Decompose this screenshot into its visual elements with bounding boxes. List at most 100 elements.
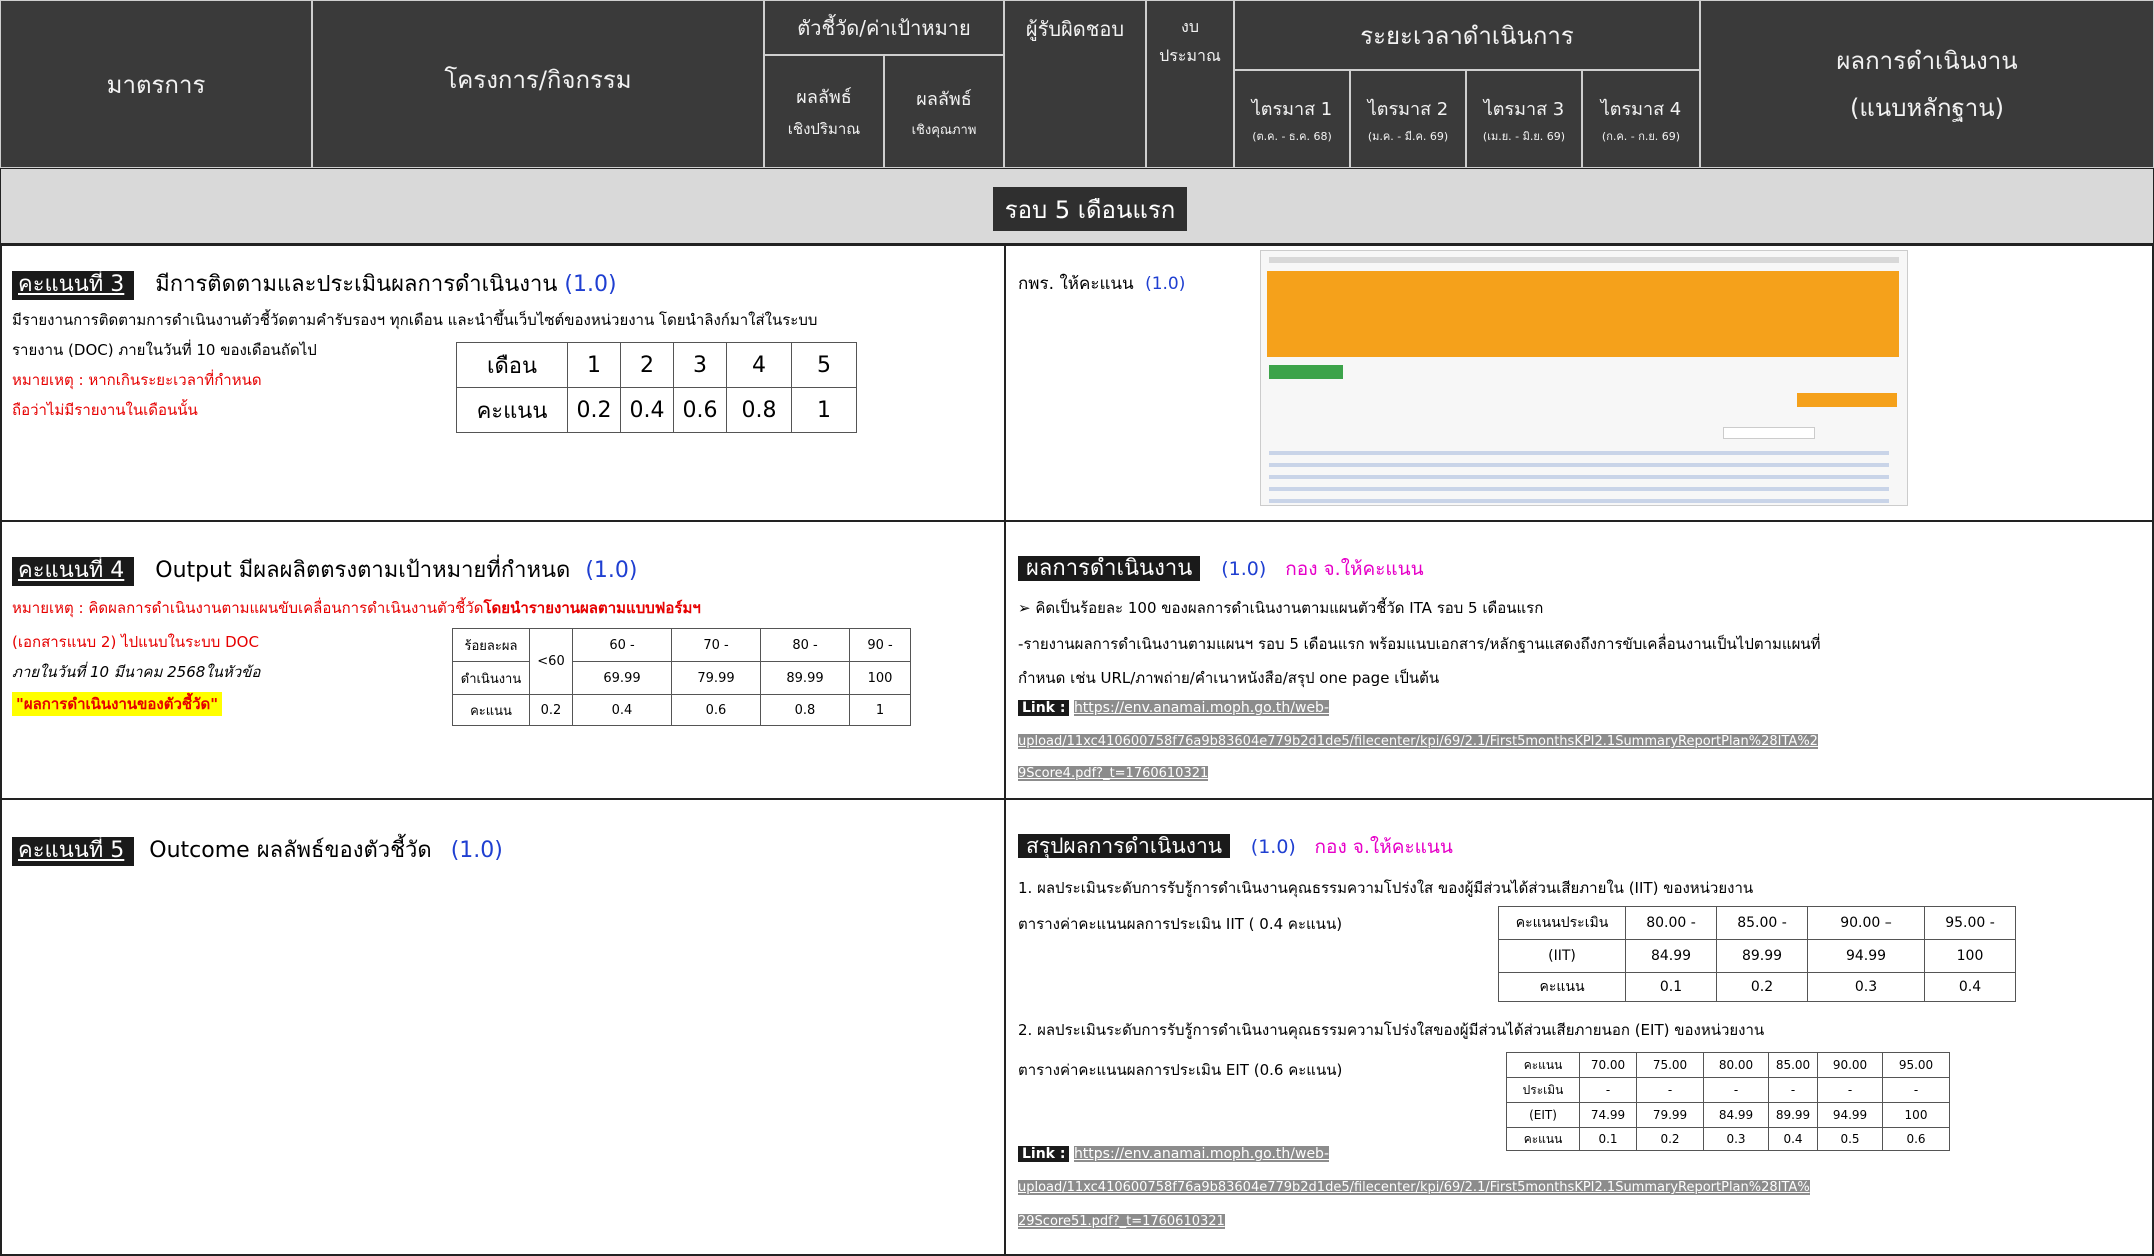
score3-heading: คะแนนที่ 3 มีการติดตามและประเมินผลการดำเ… bbox=[12, 266, 617, 301]
score4-score: 0.6 bbox=[671, 694, 761, 726]
eit-range-mid: - bbox=[1636, 1077, 1704, 1103]
round-title-box: รอบ 5 เดือนแรก bbox=[993, 187, 1187, 231]
header-result: ผลการดำเนินงาน (แนบหลักฐาน) bbox=[1700, 0, 2154, 168]
score4-left-cell: คะแนนที่ 4 Output มีผลผลิตตรงตามเป้าหมาย… bbox=[0, 520, 1006, 800]
quarter-3-range: (เม.ย. - มิ.ย. 69) bbox=[1482, 129, 1566, 143]
eit-range-mid: - bbox=[1703, 1077, 1769, 1103]
score4-weight: (1.0) bbox=[585, 558, 638, 583]
score5-result-weight: (1.0) bbox=[1250, 836, 1296, 858]
score4-range-bottom: 69.99 bbox=[572, 661, 672, 695]
score4-range-top: 90 - bbox=[849, 628, 911, 662]
score3-title: มีการติดตามและประเมินผลการดำเนินงาน bbox=[155, 272, 558, 297]
score5-link-line-2: upload/11xc410600758f76a9b83604e779b2d1d… bbox=[1018, 1180, 1810, 1195]
header-result-line1: ผลการดำเนินงาน bbox=[1836, 47, 2018, 75]
screenshot-row bbox=[1269, 463, 1889, 467]
score5-link-url-3[interactable]: 29Score51.pdf?_t=1760610321 bbox=[1018, 1214, 1225, 1229]
score3-month: 1 bbox=[567, 342, 621, 388]
score5-link-label: Link : bbox=[1018, 1146, 1070, 1162]
header-quantitative: ผลลัพธ์ เชิงปริมาณ bbox=[764, 55, 884, 168]
quarter-3: ไตรมาส 3 (เม.ย. - มิ.ย. 69) bbox=[1466, 70, 1582, 168]
score5-iit-caption: ตารางค่าคะแนนผลการประเมิน IIT ( 0.4 คะแน… bbox=[1018, 915, 1343, 933]
eit-range-mid: - bbox=[1817, 1077, 1883, 1103]
eit-range-top: 70.00 bbox=[1579, 1052, 1637, 1078]
score5-link-url-1[interactable]: https://env.anamai.moph.go.th/web- bbox=[1073, 1146, 1329, 1162]
quarter-1-label: ไตรมาส 1 bbox=[1251, 98, 1333, 120]
score5-result-tag: สรุปผลการดำเนินงาน bbox=[1018, 834, 1231, 858]
eit-range-mid: - bbox=[1768, 1077, 1818, 1103]
iit-range-top: 95.00 - bbox=[1924, 906, 2016, 940]
eit-range-bottom: 100 bbox=[1882, 1102, 1950, 1128]
iit-score-row: คะแนน 0.1 0.2 0.3 0.4 bbox=[1498, 972, 2016, 1002]
score4-score: 1 bbox=[849, 694, 911, 726]
score4-score-label: คะแนน bbox=[452, 694, 530, 726]
score4-range-top: 70 - bbox=[671, 628, 761, 662]
header-result-line2: (แนบหลักฐาน) bbox=[1849, 94, 2005, 122]
score4-result-tag: ผลการดำเนินงาน bbox=[1018, 556, 1201, 581]
header-indicator-label: ตัวชี้วัด/ค่าเป้าหมาย bbox=[797, 15, 971, 40]
eit-score: 0.4 bbox=[1768, 1127, 1818, 1151]
score3-desc-2: รายงาน (DOC) ภายในวันที่ 10 ของเดือนถัดไ… bbox=[12, 341, 317, 359]
iit-score-label: คะแนน bbox=[1498, 972, 1626, 1002]
eit-range-bottom-row: (EIT) 74.99 79.99 84.99 89.99 94.99 100 bbox=[1506, 1102, 1950, 1128]
score3-month-label: เดือน bbox=[456, 342, 568, 388]
eit-range-mid: - bbox=[1579, 1077, 1637, 1103]
eit-score: 0.6 bbox=[1882, 1127, 1950, 1151]
score3-result-text: กพร. ให้คะแนน bbox=[1018, 274, 1134, 294]
iit-range-top: 85.00 - bbox=[1716, 906, 1808, 940]
score5-eit-line: 2. ผลประเมินระดับการรับรู้การดำเนินงานคุ… bbox=[1018, 1021, 1765, 1039]
score3-month: 3 bbox=[673, 342, 727, 388]
score4-link-url-2[interactable]: upload/11xc410600758f76a9b83604e779b2d1d… bbox=[1018, 734, 1818, 749]
eit-score: 0.3 bbox=[1703, 1127, 1769, 1151]
eit-range-bottom: 79.99 bbox=[1636, 1102, 1704, 1128]
eit-range-top-row: คะแนน 70.00 75.00 80.00 85.00 90.00 95.0… bbox=[1506, 1052, 1950, 1078]
quarter-4: ไตรมาส 4 (ก.ค. - ก.ย. 69) bbox=[1582, 70, 1700, 168]
eit-range-top: 95.00 bbox=[1882, 1052, 1950, 1078]
eit-header-3: (EIT) bbox=[1506, 1102, 1580, 1128]
eit-score-row: คะแนน 0.1 0.2 0.3 0.4 0.5 0.6 bbox=[1506, 1127, 1950, 1151]
score5-eit-caption: ตารางค่าคะแนนผลการประเมิน EIT (0.6 คะแนน… bbox=[1018, 1061, 1343, 1079]
eit-range-bottom: 84.99 bbox=[1703, 1102, 1769, 1128]
score3-score: 0.4 bbox=[620, 387, 674, 433]
iit-score: 0.1 bbox=[1625, 972, 1717, 1002]
score5-heading: คะแนนที่ 5 Outcome ผลลัพธ์ของตัวชี้วัด (… bbox=[12, 832, 503, 867]
score4-range-top: <60 bbox=[529, 628, 573, 695]
score4-note-2: (เอกสารแนบ 2) ไปแนบในระบบ DOC bbox=[12, 633, 259, 651]
header-quant-line2: เชิงปริมาณ bbox=[787, 120, 861, 138]
iit-range-bottom: 89.99 bbox=[1716, 939, 1808, 973]
score5-iit-line: 1. ผลประเมินระดับการรับรู้การดำเนินงานคุ… bbox=[1018, 879, 1754, 897]
screenshot-orange-banner bbox=[1267, 271, 1899, 357]
score5-link-url-2[interactable]: upload/11xc410600758f76a9b83604e779b2d1d… bbox=[1018, 1180, 1810, 1195]
score4-percent-table: ร้อยละผล <60 60 - 70 - 80 - 90 - ดำเนินง… bbox=[452, 628, 911, 726]
score4-note-1: หมายเหตุ : คิดผลการดำเนินงานตามแผนขับเคล… bbox=[12, 596, 701, 620]
score4-range-bottom: 79.99 bbox=[671, 661, 761, 695]
score5-result-heading: สรุปผลการดำเนินงาน (1.0) กอง จ.ให้คะแนน bbox=[1018, 830, 1453, 863]
header-timeline-label: ระยะเวลาดำเนินการ bbox=[1360, 21, 1574, 50]
score5-left-cell: คะแนนที่ 5 Outcome ผลลัพธ์ของตัวชี้วัด (… bbox=[0, 798, 1006, 1256]
eit-range-top: 90.00 bbox=[1817, 1052, 1883, 1078]
score4-link-url-1[interactable]: https://env.anamai.moph.go.th/web- bbox=[1073, 700, 1329, 716]
score4-result-line-1: ➢ คิดเป็นร้อยละ 100 ของผลการดำเนินงานตาม… bbox=[1018, 599, 1544, 617]
eit-score: 0.2 bbox=[1636, 1127, 1704, 1151]
iit-range-bottom: 84.99 bbox=[1625, 939, 1717, 973]
score4-link-url-3[interactable]: 9Score4.pdf?_t=1760610321 bbox=[1018, 766, 1209, 781]
iit-range-bottom-row: (IIT) 84.99 89.99 94.99 100 bbox=[1498, 939, 2016, 973]
score4-note-3: ภายในวันที่ 10 มีนาคม 2568ในหัวข้อ bbox=[12, 663, 261, 681]
score4-title: Output มีผลผลิตตรงตามเป้าหมายที่กำหนด bbox=[155, 558, 571, 583]
header-measure-label: มาตรการ bbox=[106, 70, 206, 99]
score5-link-line-1: Link : https://env.anamai.moph.go.th/web… bbox=[1018, 1146, 1329, 1162]
score5-link-line-3: 29Score51.pdf?_t=1760610321 bbox=[1018, 1214, 1225, 1229]
iit-range-bottom: 94.99 bbox=[1807, 939, 1925, 973]
eit-score-table: คะแนน 70.00 75.00 80.00 85.00 90.00 95.0… bbox=[1506, 1052, 1950, 1151]
score4-tag: คะแนนที่ 4 bbox=[12, 557, 135, 586]
score4-header-1: ร้อยละผล bbox=[452, 628, 530, 662]
header-qual-line2: เชิงคุณภาพ bbox=[911, 122, 977, 138]
screenshot-row bbox=[1269, 499, 1889, 503]
score3-score-label: คะแนน bbox=[456, 387, 568, 433]
screenshot-row bbox=[1269, 451, 1889, 455]
score3-result-weight: (1.0) bbox=[1145, 274, 1186, 294]
iit-range-bottom: 100 bbox=[1924, 939, 2016, 973]
score5-result-grader: กอง จ.ให้คะแนน bbox=[1314, 836, 1453, 858]
eit-range-top: 75.00 bbox=[1636, 1052, 1704, 1078]
score4-range-top: 60 - bbox=[572, 628, 672, 662]
eit-range-bottom: 89.99 bbox=[1768, 1102, 1818, 1128]
